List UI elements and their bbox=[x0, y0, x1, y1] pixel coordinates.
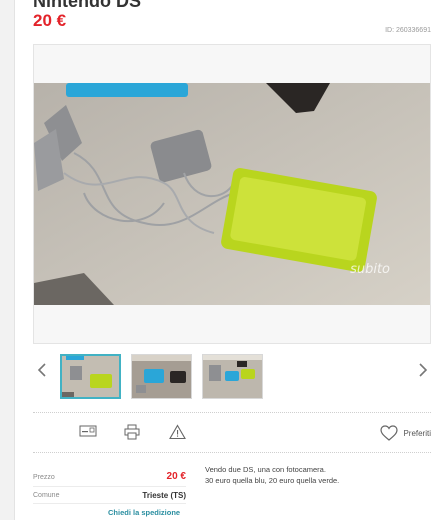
card-icon[interactable] bbox=[79, 424, 97, 440]
favorite-label: Preferiti bbox=[403, 428, 431, 438]
photo-watermark: subito bbox=[350, 262, 390, 277]
page-side-gutter bbox=[0, 0, 15, 520]
divider bbox=[33, 412, 431, 413]
gallery-thumbnail-1[interactable] bbox=[60, 354, 121, 399]
chevron-right-icon bbox=[419, 363, 428, 377]
favorite-button[interactable]: Preferiti bbox=[380, 424, 431, 442]
listing-price: 20 € bbox=[33, 11, 67, 30]
divider bbox=[33, 452, 431, 453]
price-value: 20 € bbox=[166, 471, 186, 482]
description-line-2: 30 euro quella blu, 20 euro quella verde… bbox=[205, 476, 340, 485]
gallery-next-button[interactable] bbox=[418, 362, 428, 382]
heart-outline-icon bbox=[380, 425, 399, 441]
shipping-link[interactable]: Chiedi la spedizione bbox=[108, 508, 180, 517]
gallery-prev-button[interactable] bbox=[37, 362, 47, 382]
ad-id: ID: 260336691 bbox=[385, 27, 431, 34]
main-photo-frame[interactable]: subito bbox=[33, 44, 431, 344]
comune-label: Comune bbox=[33, 492, 60, 499]
chevron-left-icon bbox=[37, 363, 46, 377]
comune-value: Trieste (TS) bbox=[142, 491, 186, 500]
divider bbox=[33, 503, 186, 504]
divider bbox=[33, 486, 186, 487]
main-photo[interactable]: subito bbox=[34, 83, 430, 305]
price-label: Prezzo bbox=[33, 474, 55, 481]
warning-icon[interactable] bbox=[169, 424, 187, 440]
gallery-thumbnail-2[interactable] bbox=[131, 354, 192, 399]
description: Vendo due DS, una con fotocamera. 30 eur… bbox=[205, 464, 405, 486]
description-line-1: Vendo due DS, una con fotocamera. bbox=[205, 465, 326, 474]
print-icon[interactable] bbox=[124, 424, 142, 440]
gallery-thumbnail-3[interactable] bbox=[202, 354, 263, 399]
